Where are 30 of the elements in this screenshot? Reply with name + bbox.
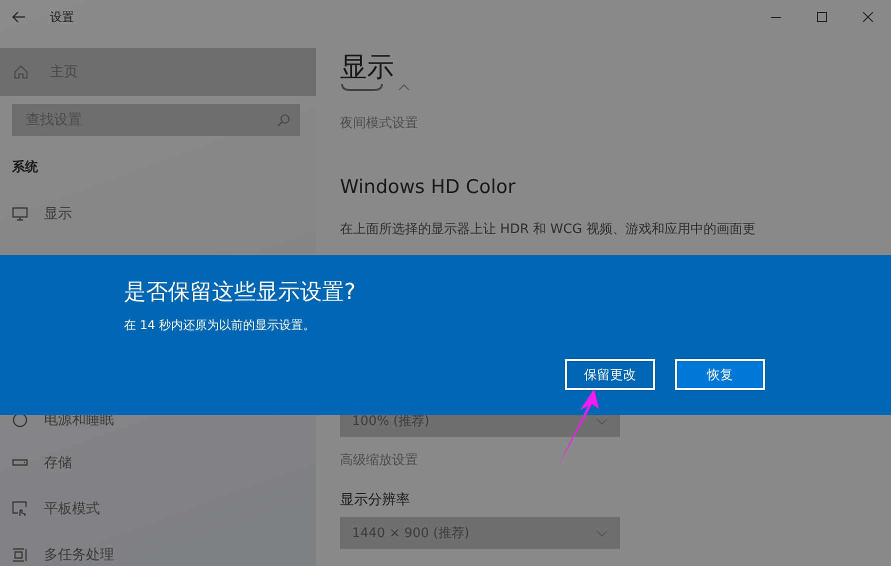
sidebar-item[interactable]: 显示 bbox=[0, 190, 316, 238]
section-heading: Windows HD Color bbox=[340, 176, 516, 198]
window-title: 设置 bbox=[50, 8, 74, 26]
search-icon bbox=[277, 114, 290, 126]
toggle-switch-icon[interactable] bbox=[340, 84, 384, 92]
keep-changes-button[interactable]: 保留更改 bbox=[565, 359, 655, 390]
minimize-icon[interactable] bbox=[771, 16, 781, 18]
field-label: 显示分辨率 bbox=[340, 491, 411, 509]
sidebar-item[interactable]: 平板模式 bbox=[0, 486, 316, 532]
maximize-icon[interactable] bbox=[817, 12, 827, 22]
sidebar-item[interactable]: 存储 bbox=[0, 440, 316, 486]
storage-icon bbox=[12, 459, 28, 467]
chevron-down-icon bbox=[596, 530, 608, 536]
home-icon bbox=[14, 65, 28, 79]
page-title: 显示 bbox=[340, 52, 395, 84]
close-icon[interactable] bbox=[863, 12, 873, 22]
sidebar-item[interactable]: 多任务处理 bbox=[0, 532, 316, 566]
back-arrow-icon[interactable] bbox=[12, 11, 26, 23]
dialog-message: 在 14 秒内还原为以前的显示设置。 bbox=[124, 317, 315, 334]
advanced-scaling-link[interactable]: 高级缩放设置 bbox=[340, 451, 891, 469]
monitor-icon bbox=[12, 207, 28, 221]
circle-icon bbox=[12, 412, 28, 428]
tablet-icon bbox=[12, 501, 28, 517]
chevron-down-icon bbox=[596, 418, 608, 424]
dialog-title: 是否保留这些显示设置? bbox=[124, 279, 356, 307]
revert-button[interactable]: 恢复 bbox=[675, 359, 765, 390]
night-light-settings-link[interactable]: 夜间模式设置 bbox=[340, 114, 891, 132]
multitask-icon bbox=[12, 548, 28, 562]
description-text: 在上面所选择的显示器上让 HDR 和 WCG 视频、游戏和应用中的画面更 bbox=[340, 221, 756, 239]
section-heading: 系统 bbox=[12, 158, 39, 176]
